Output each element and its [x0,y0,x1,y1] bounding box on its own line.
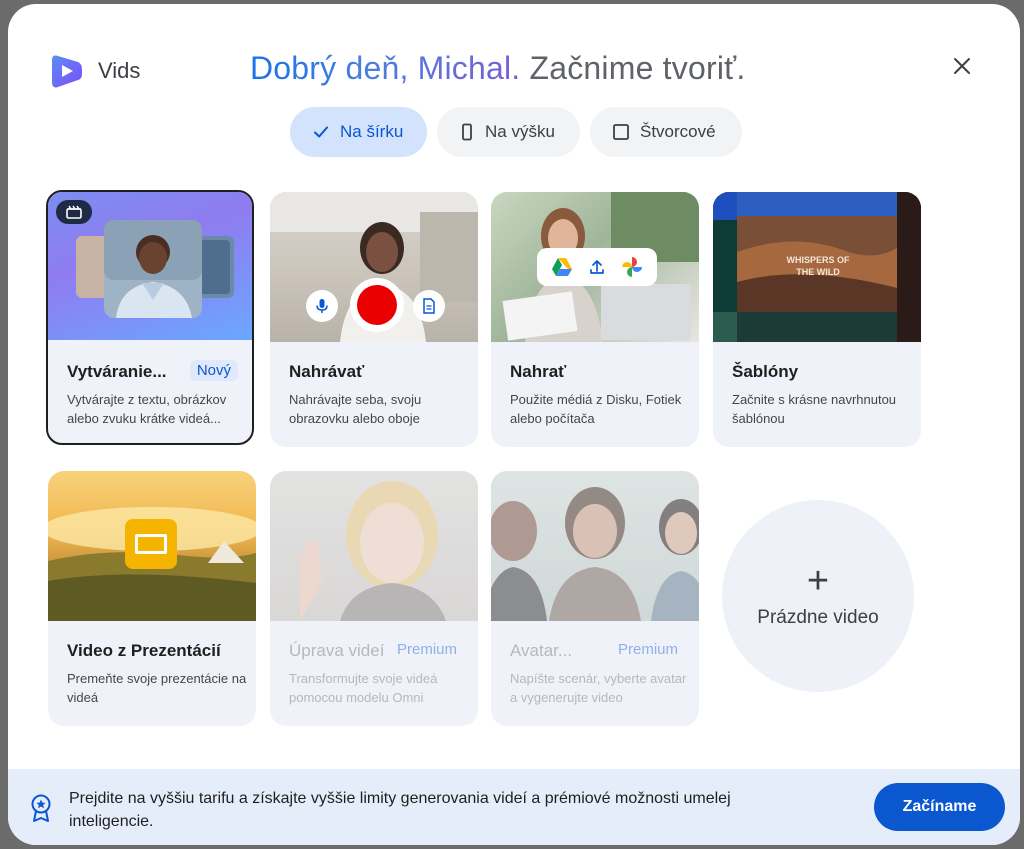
upgrade-banner: Prejdite na vyššiu tarifu a získajte vyš… [8,769,1020,845]
greeting-highlight: Dobrý deň, Michal. [250,50,521,86]
blank-video-label: Prázdne video [757,607,879,628]
card-from-slides-description: Premeňte svoje prezentácie na videá [67,671,247,705]
document-icon [413,290,445,322]
square-icon [613,124,629,140]
upload-icon [590,260,604,274]
template-preview-text: WHISPERS OF THE WILD [786,255,850,277]
card-edit-videos-thumbnail [270,471,478,621]
microphone-icon [306,290,338,322]
google-photos-icon [622,257,643,277]
greeting-rest: Začnime tvoriť. [529,50,746,86]
plus-icon: + [806,560,830,602]
card-upload[interactable]: Nahrať Použite médiá z Disku, Fotiek ale… [491,192,699,447]
premium-badge-icon [28,793,54,823]
close-icon [954,58,970,74]
card-ai-create[interactable]: Vytváranie... Nový Vytvárajte z textu, o… [46,190,254,445]
upload-sources [537,248,657,286]
orientation-landscape-label: Na šírku [340,122,404,141]
orientation-landscape-chip[interactable]: Na šírku [290,107,427,157]
card-upload-description: Použite médiá z Disku, Fotiek alebo počí… [510,392,682,426]
card-avatar-description: Napíšte scenár, vyberte avatar a vygener… [510,671,687,705]
greeting-title: Dobrý deň, Michal. Začnime tvoriť. [250,50,745,87]
create-video-dialog: Vids Dobrý deň, Michal. Začnime tvoriť. … [8,4,1020,845]
portrait-icon [462,123,472,141]
card-record-description: Nahrávajte seba, svoju obrazovku alebo o… [289,392,422,426]
card-ai-create-thumbnail [48,192,252,340]
card-templates-title: Šablóny [732,362,799,381]
premium-badge: Premium [396,641,457,658]
orientation-portrait-chip[interactable]: Na výšku [437,107,580,157]
card-edit-videos-title: Úprava videí [289,641,385,660]
card-edit-videos-description: Transformujte svoje videá pomocou modelu… [289,671,438,705]
card-record-thumbnail [270,192,478,342]
blank-video-button[interactable]: + Prázdne video [722,500,914,692]
card-ai-create-title: Vytváranie... [67,362,167,381]
card-templates-thumbnail: WHISPERS OF THE WILD [713,192,921,342]
orientation-square-chip[interactable]: Štvorcové [590,107,742,157]
clapperboard-icon [56,200,92,224]
card-templates-description: Začnite s krásne navrhnutou šablónou [732,392,897,426]
card-record[interactable]: Nahrávať Nahrávajte seba, svoju obrazovk… [270,192,478,447]
new-badge: Nový [189,360,238,381]
google-drive-icon [551,258,572,276]
card-from-slides[interactable]: Video z Prezentácií Premeňte svoje preze… [48,471,256,726]
card-upload-thumbnail [491,192,699,342]
get-started-button[interactable]: Začíname [874,783,1005,831]
card-templates[interactable]: WHISPERS OF THE WILD Šablóny Začnite s k… [713,192,921,447]
card-record-title: Nahrávať [289,362,365,381]
close-button[interactable] [944,48,980,84]
card-upload-title: Nahrať [510,362,567,381]
card-from-slides-thumbnail [48,471,256,621]
check-icon [314,126,328,138]
app-name: Vids [98,58,141,83]
card-ai-create-description: Vytvárajte z textu, obrázkov alebo zvuku… [67,392,227,426]
premium-badge: Premium [617,641,678,658]
record-button-icon [350,278,404,332]
vids-logo-icon [48,52,84,90]
card-edit-videos[interactable]: Úprava videí Premium Transformujte svoje… [270,471,478,726]
orientation-portrait-label: Na výšku [485,122,555,141]
orientation-square-label: Štvorcové [640,122,716,141]
card-avatar[interactable]: Avatar... Premium Napíšte scenár, vybert… [491,471,699,726]
slides-icon [125,519,177,569]
upgrade-text: Prejdite na vyššiu tarifu a získajte vyš… [69,790,731,830]
card-avatar-thumbnail [491,471,699,621]
card-from-slides-title: Video z Prezentácií [67,641,221,660]
card-avatar-title: Avatar... [510,641,573,660]
app-brand: Vids [48,52,140,90]
